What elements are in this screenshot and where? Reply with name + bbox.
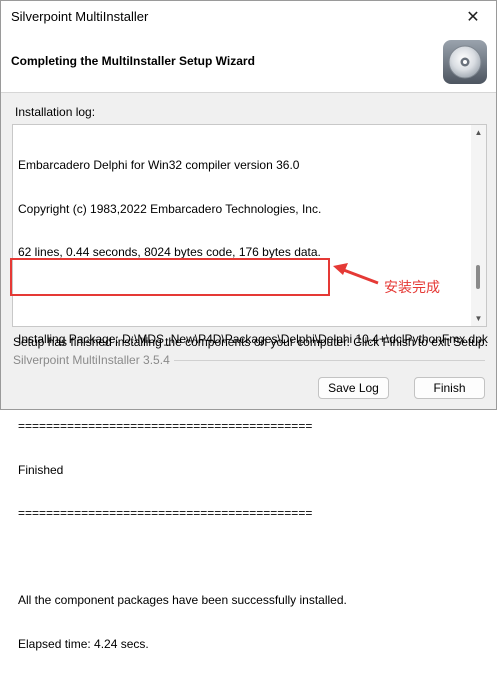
wizard-title: Completing the MultiInstaller Setup Wiza… <box>11 54 255 68</box>
red-arrow-icon <box>333 263 379 285</box>
title-bar: Silverpoint MultiInstaller ✕ <box>1 1 496 32</box>
version-separator: Silverpoint MultiInstaller 3.5.4 <box>13 353 485 367</box>
log-line: Embarcadero Delphi for Win32 compiler ve… <box>18 158 300 172</box>
scroll-thumb[interactable] <box>476 265 480 289</box>
scroll-up-icon[interactable]: ▲ <box>474 128 483 137</box>
log-content: Embarcadero Delphi for Win32 compiler ve… <box>18 129 488 680</box>
completion-annotation: 安装完成 <box>384 280 440 296</box>
finish-status-text: Setup has finished installing the compon… <box>13 335 488 349</box>
installation-log-label: Installation log: <box>15 105 96 119</box>
log-line: ========================================… <box>18 506 313 520</box>
log-scrollbar[interactable]: ▲ ▼ <box>471 125 486 326</box>
success-highlight-box <box>10 258 330 296</box>
log-line: ========================================… <box>18 419 313 433</box>
log-line: Copyright (c) 1983,2022 Embarcadero Tech… <box>18 201 322 216</box>
log-line: All the component packages have been suc… <box>18 593 347 607</box>
finish-button[interactable]: Finish <box>414 377 485 399</box>
cd-disc-icon <box>443 40 487 84</box>
version-label: Silverpoint MultiInstaller 3.5.4 <box>13 353 174 367</box>
save-log-button[interactable]: Save Log <box>318 377 389 399</box>
wizard-header: Completing the MultiInstaller Setup Wiza… <box>1 32 496 93</box>
close-icon: ✕ <box>466 8 480 26</box>
log-line: ​ <box>18 550 468 565</box>
log-line: Finished <box>18 462 64 477</box>
log-line: ​ <box>18 376 468 391</box>
window-title: Silverpoint MultiInstaller <box>11 9 149 24</box>
close-button[interactable]: ✕ <box>450 1 496 32</box>
installer-window: Silverpoint MultiInstaller ✕ Completing … <box>0 0 497 651</box>
scroll-down-icon[interactable]: ▼ <box>474 314 483 323</box>
log-line: Elapsed time: 4.24 secs. <box>18 636 149 651</box>
